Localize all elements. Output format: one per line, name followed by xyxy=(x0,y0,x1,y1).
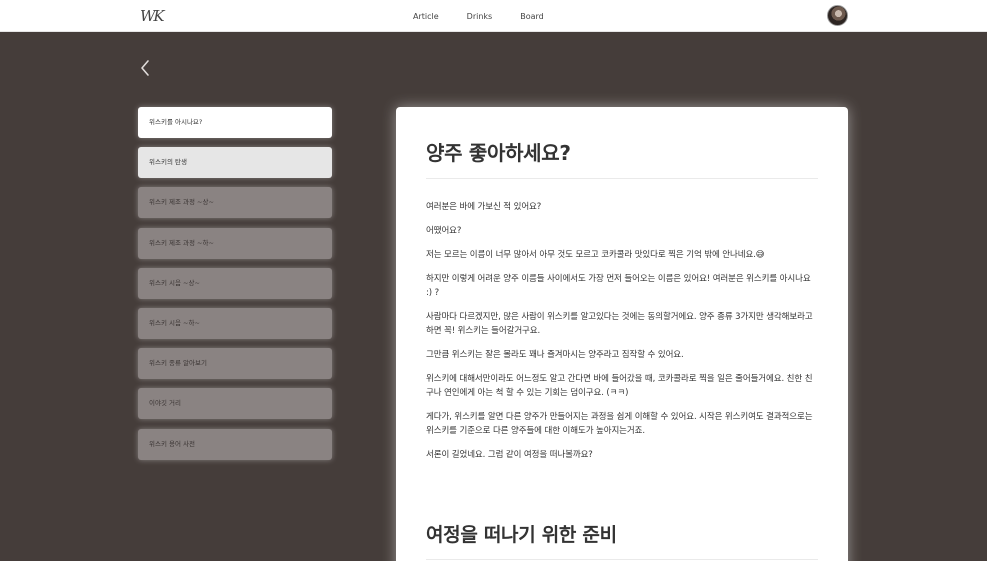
back-arrow-icon[interactable] xyxy=(138,58,154,78)
article-paragraph: 여러분은 바에 가보신 적 있어요? xyxy=(426,202,542,212)
article-paragraph: 사람마다 다르겠지만, 많은 사람이 위스키를 알고있다는 것에는 동의할거에요… xyxy=(426,312,813,336)
chapter-sidebar: 위스키를 아시나요? 위스키의 탄생 위스키 제조 과정 ~상~ 위스키 제조 … xyxy=(138,107,332,469)
article-paragraph: 어땠어요? xyxy=(426,226,462,236)
nav-article[interactable]: Article xyxy=(413,12,439,21)
article-paragraph: 하지만 이렇게 어려운 양주 이름들 사이에서도 가장 먼저 들어오는 이름은 … xyxy=(426,274,811,298)
main-nav: Article Drinks Board xyxy=(413,0,544,32)
sidebar-item-stories[interactable]: 이야깃 거리 xyxy=(138,388,332,420)
sidebar-item-origin[interactable]: 위스키의 탄생 xyxy=(138,147,332,179)
article-paragraph: 저는 모르는 이름이 너무 많아서 아무 것도 모르고 코카콜라 맛있다로 찍은… xyxy=(426,250,765,260)
article-paragraph: 서론이 길었네요. 그럼 같이 여정을 떠나볼까요? xyxy=(426,450,593,460)
section-title: 여정을 떠나기 위한 준비 xyxy=(426,520,818,560)
article-card: 양주 좋아하세요? 여러분은 바에 가보신 적 있어요? 어땠어요? 저는 모르… xyxy=(396,107,848,561)
sidebar-item-tasting-1[interactable]: 위스키 시음 ~상~ xyxy=(138,267,332,299)
avatar[interactable] xyxy=(827,5,848,26)
article-paragraph: 위스키에 대해서만이라도 어느정도 알고 간다면 바에 들어갔을 때, 코카콜라… xyxy=(426,374,813,398)
sidebar-item-process-1[interactable]: 위스키 제조 과정 ~상~ xyxy=(138,187,332,219)
nav-drinks[interactable]: Drinks xyxy=(467,12,493,21)
article-paragraph: 게다가, 위스키를 알면 다른 양주가 만들어지는 과정을 쉽게 이해할 수 있… xyxy=(426,412,813,436)
nav-board[interactable]: Board xyxy=(520,12,544,21)
article-title: 양주 좋아하세요? xyxy=(426,137,818,179)
sidebar-item-intro[interactable]: 위스키를 아시나요? xyxy=(138,107,332,138)
top-navigation-bar: WK Article Drinks Board xyxy=(0,0,987,32)
sidebar-item-types[interactable]: 위스키 종류 알아보기 xyxy=(138,348,332,380)
article-paragraph: 그만큼 위스키는 잘은 몰라도 꽤나 즐겨마시는 양주라고 짐작할 수 있어요. xyxy=(426,350,684,360)
sidebar-item-process-2[interactable]: 위스키 제조 과정 ~하~ xyxy=(138,227,332,259)
sidebar-item-tasting-2[interactable]: 위스키 시음 ~하~ xyxy=(138,307,332,339)
sidebar-item-glossary[interactable]: 위스키 용어 사전 xyxy=(138,428,332,460)
logo[interactable]: WK xyxy=(140,5,166,27)
